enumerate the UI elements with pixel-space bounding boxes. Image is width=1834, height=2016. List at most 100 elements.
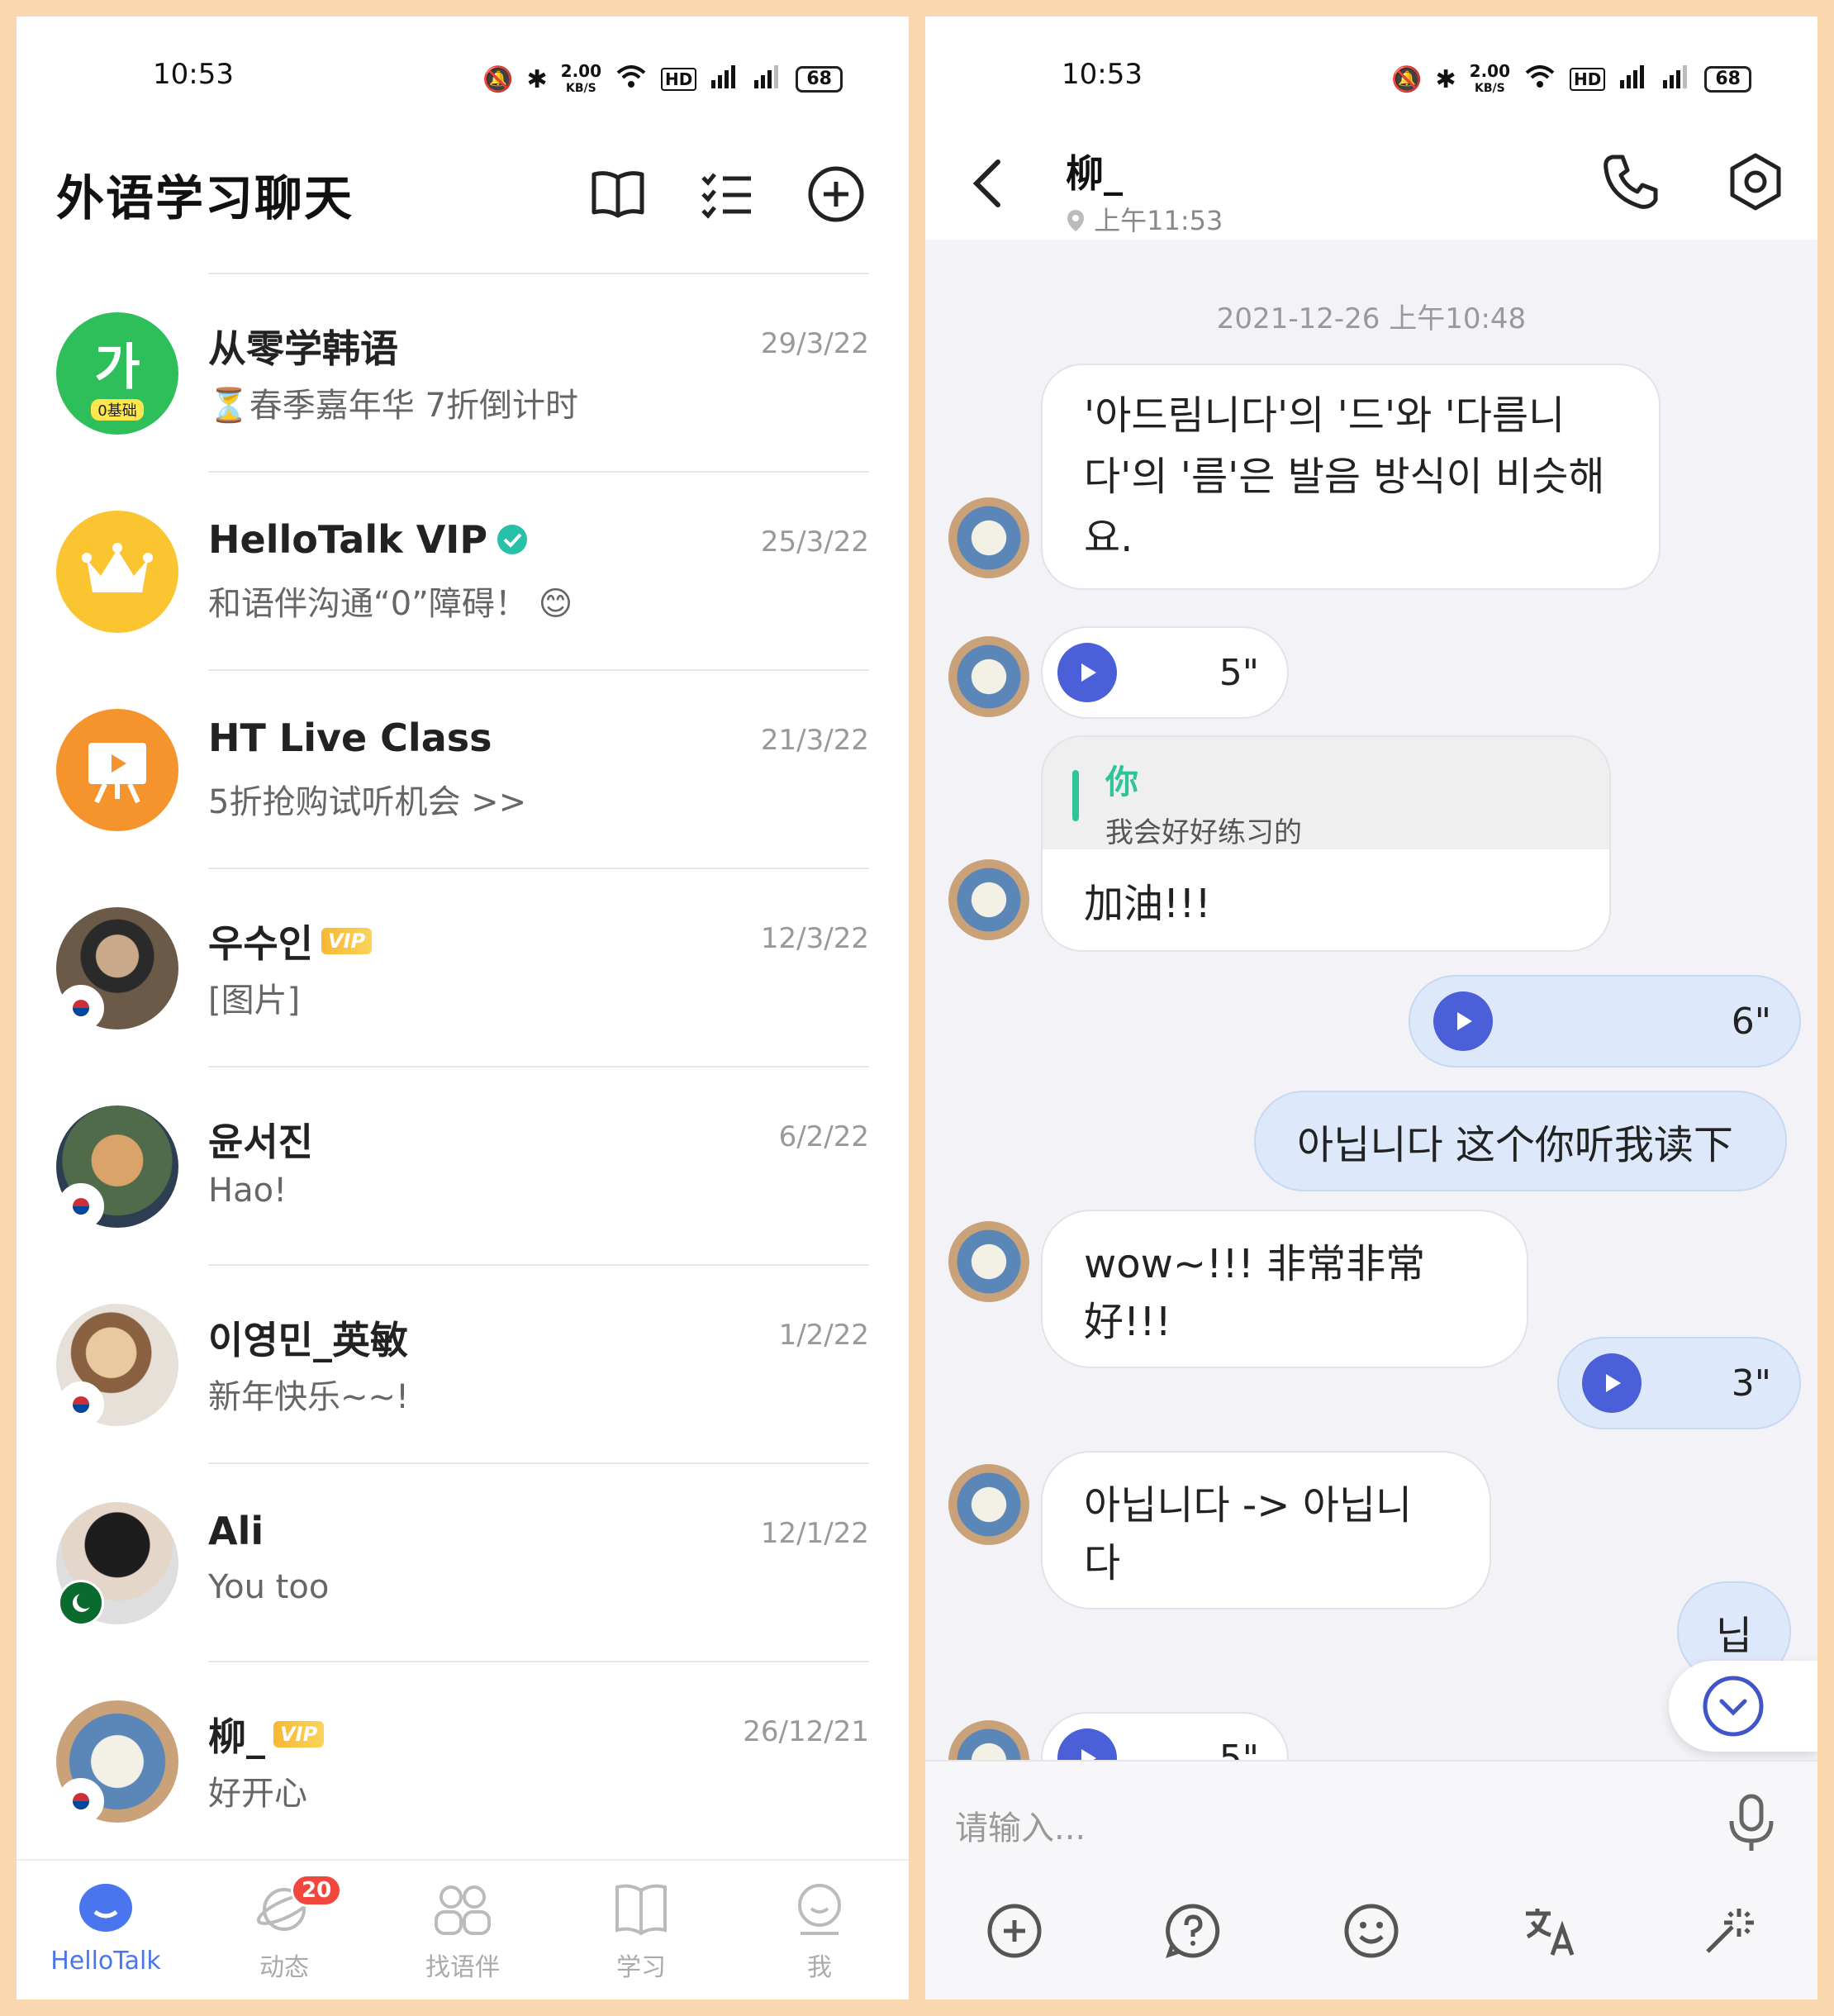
translate-icon[interactable] — [1521, 1902, 1579, 1963]
chat-name: 柳_ VIP — [208, 1707, 325, 1762]
nav-hellotalk[interactable]: HelloTalk — [17, 1861, 195, 1999]
chat-bubble-icon — [79, 1884, 132, 1932]
voice-duration: 5" — [1219, 1737, 1259, 1761]
chat-item-user[interactable]: 우수인 VIP [图片] 12/3/22 — [17, 868, 909, 1066]
chat-item-user[interactable]: 이영민_英敏 新年快乐~~! 1/2/22 — [17, 1264, 909, 1462]
signal-5g-icon — [753, 64, 782, 95]
location-pin-icon — [1067, 210, 1084, 231]
contact-local-time: 上午11:53 — [1066, 200, 1223, 238]
avatar[interactable] — [948, 1464, 1029, 1545]
play-icon[interactable] — [1057, 1728, 1117, 1760]
add-attachment-icon[interactable] — [986, 1902, 1043, 1963]
avatar[interactable] — [948, 636, 1029, 717]
chat-name: 윤서진 — [208, 1120, 313, 1164]
chat-item-hellotalk-vip[interactable]: HelloTalk VIP 和语伴沟通“0”障碍！ 😊 25/3/22 — [17, 471, 909, 669]
korea-flag-icon — [58, 985, 104, 1031]
emoji-icon[interactable] — [1342, 1902, 1400, 1963]
page-title: 外语学习聊天 — [56, 170, 354, 226]
contact-name: 柳_ — [1066, 151, 1123, 196]
play-icon[interactable] — [1433, 991, 1493, 1051]
voice-message-incoming[interactable]: 5" — [1041, 1712, 1289, 1760]
nav-label: HelloTalk — [50, 1947, 161, 1976]
bottom-nav: HelloTalk 动态 20 找语伴 学习 我 — [17, 1859, 909, 1999]
conversation-header: 柳_ 上午11:53 — [925, 124, 1817, 240]
add-icon[interactable] — [803, 161, 869, 227]
voice-message-outgoing[interactable]: 3" — [1557, 1337, 1801, 1429]
voice-message-outgoing[interactable]: 6" — [1409, 975, 1801, 1067]
avatar[interactable] — [948, 497, 1029, 578]
back-icon[interactable] — [967, 157, 1008, 213]
checklist-icon[interactable] — [694, 161, 760, 227]
microphone-icon[interactable] — [1725, 1793, 1778, 1857]
play-icon[interactable] — [1582, 1353, 1642, 1413]
chat-item-user[interactable]: 柳_ VIP 好开心 26/12/21 — [17, 1661, 909, 1859]
korea-flag-icon — [58, 1183, 104, 1229]
status-icons: 🔕 ✱ 2.00 KB/S HD 68 — [1391, 63, 1751, 96]
mute-icon: 🔕 — [1391, 64, 1423, 94]
message-timestamp: 2021-12-26 上午10:48 — [1216, 302, 1527, 335]
message-text: 요. — [1084, 515, 1133, 561]
nav-moments[interactable]: 动态 20 — [195, 1861, 373, 1999]
chat-item-korean-course[interactable]: 가 0基础 从零学韩语 ⏳春季嘉年华 7折倒计时 29/3/22 — [17, 273, 909, 471]
avatar-text: 가 — [94, 338, 140, 397]
message-bubble-incoming[interactable]: '아드림니다'의 '드'와 '다름니 다'의 '름'은 발음 방식이 비슷해 요… — [1041, 364, 1661, 590]
play-icon[interactable] — [1057, 643, 1117, 702]
message-bubble-incoming[interactable]: wow~!!! 非常非常好!!! — [1041, 1210, 1528, 1368]
voice-message-incoming[interactable]: 5" — [1041, 626, 1289, 719]
magic-wand-icon[interactable] — [1699, 1902, 1757, 1963]
chat-date: 21/3/22 — [760, 724, 869, 757]
chat-item-live-class[interactable]: HT Live Class 5折抢购试听机会 >> 21/3/22 — [17, 669, 909, 868]
scroll-to-bottom-button[interactable] — [1669, 1661, 1817, 1752]
crown-icon — [82, 543, 153, 592]
avatar — [56, 709, 178, 831]
status-time: 10:53 — [1062, 58, 1143, 91]
status-icons: 🔕 ✱ 2.00 KB/S HD 68 — [482, 63, 843, 96]
avatar[interactable] — [948, 859, 1029, 940]
vip-badge: VIP — [273, 1721, 325, 1747]
message-input[interactable]: 请输入... — [955, 1801, 1086, 1849]
chat-date: 12/3/22 — [760, 922, 869, 955]
chat-preview: 新年快乐~~! — [208, 1378, 410, 1416]
wifi-icon — [1523, 63, 1556, 96]
chat-item-user[interactable]: Ali You too 12/1/22 — [17, 1462, 909, 1661]
avatar-subtext: 0基础 — [91, 398, 144, 421]
nav-learn[interactable]: 学习 — [552, 1861, 730, 1999]
avatar: 가 0基础 — [56, 312, 178, 435]
chat-preview: You too — [208, 1568, 330, 1606]
question-icon[interactable] — [1164, 1902, 1222, 1963]
chat-name: HT Live Class — [208, 716, 492, 760]
bluetooth-icon: ✱ — [1435, 64, 1456, 94]
settings-icon[interactable] — [1727, 152, 1784, 215]
nav-label: 找语伴 — [425, 1953, 500, 1982]
avatar[interactable] — [948, 1720, 1029, 1760]
nav-label: 动态 — [259, 1953, 309, 1982]
message-bubble-incoming-reply[interactable]: 你 我会好好练习的 加油!!! — [1041, 735, 1611, 952]
quoted-message: 你 我会好好练习的 — [1043, 737, 1609, 849]
voice-duration: 5" — [1219, 651, 1259, 694]
message-bubble-outgoing[interactable]: 아닙니다 这个你听我读下 — [1254, 1091, 1787, 1191]
quoted-text: 我会好好练习的 — [1105, 816, 1302, 849]
nav-find-partners[interactable]: 找语伴 — [373, 1861, 552, 1999]
nav-me[interactable]: 我 — [730, 1861, 909, 1999]
chat-preview: 和语伴沟通“0”障碍！ 😊 — [208, 585, 573, 623]
wifi-icon — [615, 63, 648, 96]
conversation-screen: 10:53 🔕 ✱ 2.00 KB/S HD 68 柳_ 上午11:53 202… — [925, 17, 1817, 1999]
phone-call-icon[interactable] — [1601, 152, 1661, 215]
avatar[interactable] — [948, 1221, 1029, 1302]
message-text: wow~!!! 非常非常好!!! — [1084, 1241, 1426, 1345]
chat-name: HelloTalk VIP — [208, 517, 529, 562]
message-bubble-incoming[interactable]: 아닙니다 -> 아닙니다 — [1041, 1451, 1491, 1609]
hd-icon: HD — [661, 68, 697, 91]
message-text: 아닙니다 -> 아닙니다 — [1084, 1482, 1413, 1586]
signal-5g-icon — [1661, 64, 1691, 95]
chat-preview: 好开心 — [208, 1775, 307, 1813]
chat-list: 가 0基础 从零学韩语 ⏳春季嘉年华 7折倒计时 29/3/22 HelloTa… — [17, 273, 909, 1859]
chat-date: 6/2/22 — [778, 1120, 869, 1153]
chevron-down-icon — [1703, 1676, 1764, 1737]
bluetooth-icon: ✱ — [526, 64, 548, 94]
voice-duration: 3" — [1731, 1362, 1771, 1405]
chat-item-user[interactable]: 윤서진 Hao! 6/2/22 — [17, 1066, 909, 1264]
message-text: 加油!!! — [1084, 881, 1211, 927]
chat-name: 우수인 VIP — [208, 914, 373, 968]
book-icon[interactable] — [585, 161, 651, 227]
